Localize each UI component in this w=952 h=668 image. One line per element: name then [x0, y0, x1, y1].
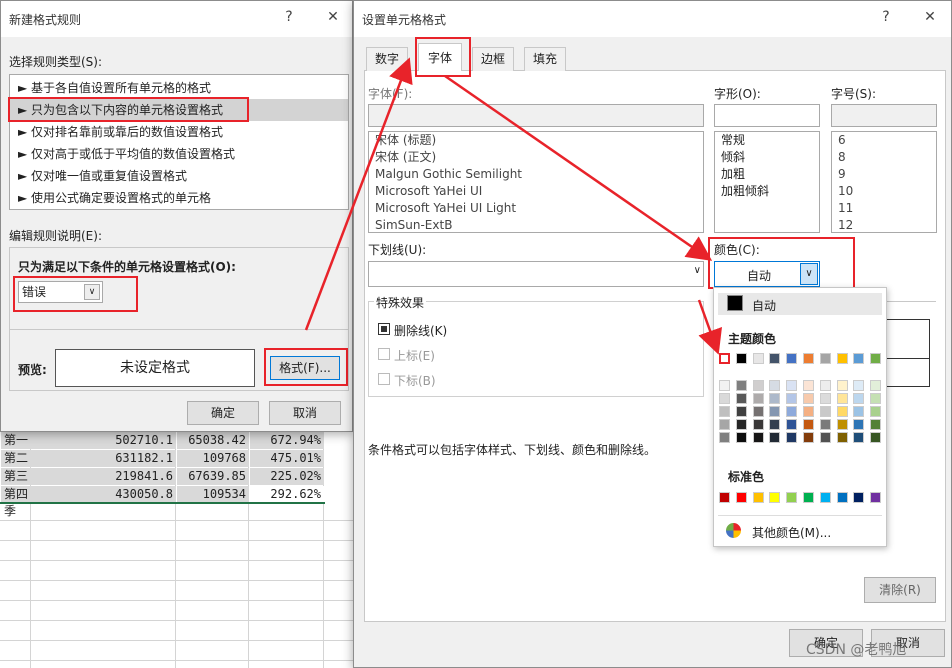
annotation-arrows [304, 57, 722, 355]
arrow-tab-to-color [444, 74, 713, 261]
arrow-format-to-tab [304, 57, 413, 331]
arrow-color-to-swatch [697, 299, 722, 355]
